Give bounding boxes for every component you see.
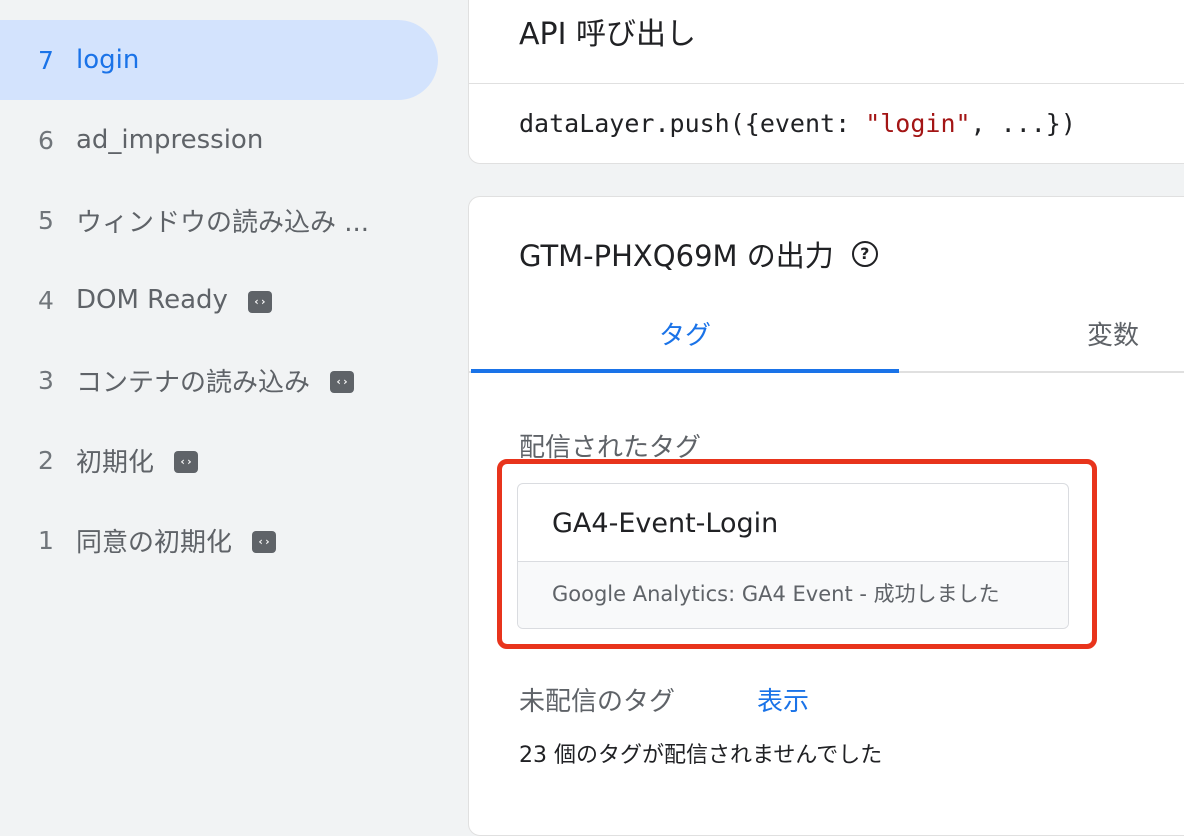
output-title-row: GTM-PHXQ69M の出力 ?: [519, 233, 878, 275]
sidebar-item-container-loaded[interactable]: 3 コンテナの読み込み ‹›: [0, 340, 438, 420]
sidebar-item-number: 7: [38, 45, 54, 75]
unfired-tags-heading: 未配信のタグ: [519, 687, 676, 717]
sidebar-item-initialization[interactable]: 2 初期化 ‹›: [0, 420, 438, 500]
code-icon: ‹›: [247, 291, 272, 313]
sidebar-item-label: DOM Ready: [76, 285, 228, 315]
container-output-card: GTM-PHXQ69M の出力 ? タグ 変数 配信されたタグ GA4-Even…: [468, 196, 1184, 836]
sidebar-item-number: 4: [38, 285, 54, 315]
sidebar-item-number: 5: [38, 205, 54, 235]
sidebar-item-number: 2: [38, 445, 54, 475]
api-call-title: API 呼び出し: [519, 17, 696, 52]
datalayer-code: dataLayer.push({event: "login", ...}): [519, 109, 1076, 138]
sidebar-item-number: 3: [38, 365, 54, 395]
tag-status: Google Analytics: GA4 Event - 成功しました: [552, 582, 1000, 606]
divider: [469, 83, 1184, 84]
sidebar-item-label: 初期化: [76, 447, 155, 478]
code-prefix: dataLayer.push({event:: [519, 109, 866, 138]
active-tab-indicator: [471, 369, 899, 373]
sidebar-item-login[interactable]: 7 login: [0, 20, 438, 100]
sidebar-item-window-loaded[interactable]: 5 ウィンドウの読み込み ...: [0, 180, 438, 260]
sidebar-item-number: 1: [38, 525, 54, 555]
code-string: "login": [865, 109, 971, 138]
help-icon[interactable]: ?: [851, 241, 878, 267]
tag-footer: Google Analytics: GA4 Event - 成功しました: [518, 561, 1068, 628]
show-unfired-link[interactable]: 表示: [757, 681, 809, 718]
sidebar-item-label: 同意の初期化: [76, 527, 233, 558]
event-sidebar: 7 login 6 ad_impression 5 ウィンドウの読み込み ...…: [0, 0, 468, 806]
sidebar-item-label: コンテナの読み込み: [76, 367, 311, 398]
code-icon: ‹›: [252, 531, 277, 553]
sidebar-item-ad-impression[interactable]: 6 ad_impression: [0, 100, 438, 180]
sidebar-item-label: ad_impression: [76, 125, 264, 155]
sidebar-item-label: ウィンドウの読み込み ...: [76, 207, 370, 238]
code-icon: ‹›: [174, 451, 199, 473]
code-icon: ‹›: [330, 371, 355, 393]
fired-tag-card[interactable]: GA4-Event-Login Google Analytics: GA4 Ev…: [517, 483, 1069, 629]
sidebar-item-number: 6: [38, 125, 54, 155]
api-call-card: API 呼び出し dataLayer.push({event: "login",…: [468, 0, 1184, 164]
output-tabs: タグ 変数: [469, 297, 1184, 373]
unfired-count-text: 23 個のタグが配信されませんでした: [519, 743, 883, 768]
tab-variables[interactable]: 変数: [1087, 315, 1139, 352]
code-suffix: , ...}): [970, 109, 1076, 138]
output-title: GTM-PHXQ69M の出力: [519, 239, 834, 273]
sidebar-item-label: login: [76, 45, 140, 75]
tag-name: GA4-Event-Login: [552, 508, 779, 539]
sidebar-item-consent-initialization[interactable]: 1 同意の初期化 ‹›: [0, 500, 438, 580]
tab-tags[interactable]: タグ: [659, 315, 711, 352]
sidebar-item-dom-ready[interactable]: 4 DOM Ready ‹›: [0, 260, 438, 340]
